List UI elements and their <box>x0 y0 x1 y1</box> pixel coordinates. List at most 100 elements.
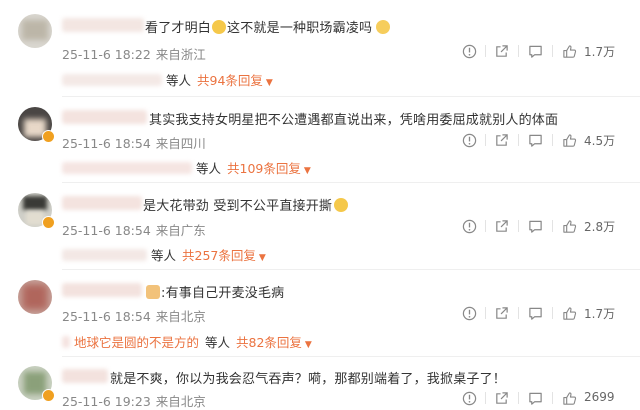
comment-divider <box>62 356 640 357</box>
like-button[interactable] <box>562 131 577 149</box>
username-blurred[interactable] <box>62 283 142 297</box>
like-icon <box>563 391 577 405</box>
username-blurred[interactable] <box>62 110 147 124</box>
like-count: 4.5万 <box>584 134 616 148</box>
like-count: 1.7万 <box>584 307 616 321</box>
reply-user-blurred <box>62 74 162 86</box>
divider <box>518 134 519 146</box>
comment-button[interactable] <box>528 42 543 60</box>
comment-actions: 1.7万 <box>462 42 632 60</box>
like-icon <box>563 306 577 320</box>
share-icon <box>496 44 508 57</box>
divider <box>518 220 519 232</box>
comment-text: 其实我支持女明星把不公遭遇都直说出来，凭啥用委屈成就别人的体面 <box>149 113 559 128</box>
reply-summary[interactable]: 等人 共109条回复 ▼ <box>62 158 311 177</box>
comment-actions: 2.8万 <box>462 217 632 235</box>
comment-actions: 1.7万 <box>462 304 632 322</box>
comment-text: 是大花带劲 受到不公平直接开撕 <box>143 195 349 214</box>
emoji-icon <box>376 20 391 34</box>
share-button[interactable] <box>494 42 509 60</box>
comment-divider <box>62 182 640 183</box>
comment-meta: 25-11-6 18:54 来自四川 <box>62 133 206 152</box>
like-button[interactable] <box>562 217 577 235</box>
comment-text: :有事自己开麦没毛病 <box>145 282 284 301</box>
comment-location: 来自北京 <box>155 394 206 409</box>
comment-button[interactable] <box>528 217 543 235</box>
comment-button[interactable] <box>528 131 543 149</box>
divider <box>518 307 519 319</box>
reply-count: 共109条回复 <box>227 161 301 176</box>
divider <box>518 45 519 57</box>
caret-down-icon: ▼ <box>304 340 312 350</box>
info-button[interactable] <box>462 389 477 407</box>
comment-location: 来自北京 <box>155 309 206 324</box>
comment-text: 看了才明白 这不就是一种职场霸凌吗 <box>145 17 391 36</box>
comment-location: 来自广东 <box>155 223 206 238</box>
reply-count: 共257条回复 <box>182 248 256 263</box>
emoji-icon <box>146 285 160 299</box>
share-button[interactable] <box>494 304 509 322</box>
comment-meta: 25-11-6 19:23 来自北京 <box>62 391 206 410</box>
comment-divider <box>62 96 640 97</box>
comment-location: 来自浙江 <box>155 47 206 62</box>
share-icon <box>496 219 508 232</box>
comment-date: 25-11-6 18:54 <box>62 223 151 238</box>
comment-button[interactable] <box>528 304 543 322</box>
username-blurred[interactable] <box>62 18 144 32</box>
comment-location: 来自四川 <box>155 136 206 151</box>
reply-username: 地球它是圆的不是方的 <box>73 335 199 350</box>
info-button[interactable] <box>462 217 477 235</box>
reply-summary[interactable]: 等人 共94条回复 ▼ <box>62 70 273 89</box>
comment-meta: 25-11-6 18:22 来自浙江 <box>62 44 206 63</box>
comment-meta: 25-11-6 18:54 来自北京 <box>62 306 206 325</box>
comment-icon <box>529 220 542 233</box>
like-icon <box>563 133 577 147</box>
divider <box>485 220 486 232</box>
comment-date: 25-11-6 18:22 <box>62 47 151 62</box>
avatar[interactable] <box>18 14 52 48</box>
info-button[interactable] <box>462 131 477 149</box>
caret-down-icon: ▼ <box>303 166 311 176</box>
comment-date: 25-11-6 19:23 <box>62 394 151 409</box>
share-button[interactable] <box>494 389 509 407</box>
reply-user-blurred <box>62 162 192 174</box>
caret-down-icon: ▼ <box>265 78 273 88</box>
comment-icon <box>529 307 542 320</box>
divider <box>485 45 486 57</box>
reply-summary[interactable]: 等人 共257条回复 ▼ <box>62 245 266 264</box>
avatar-badge-icon <box>42 216 55 229</box>
comment-text: 就是不爽，你以为我会忍气吞声？嗬，那都别端着了，我掀桌子了！ <box>110 372 507 387</box>
info-button[interactable] <box>462 304 477 322</box>
reply-summary[interactable]: 地球它是圆的不是方的 等人 共82条回复 ▼ <box>62 332 312 351</box>
reply-count: 共94条回复 <box>197 73 263 88</box>
divider <box>552 392 553 404</box>
reply-count: 共82条回复 <box>236 335 302 350</box>
username-blurred[interactable] <box>62 196 142 210</box>
divider <box>552 134 553 146</box>
comment-button[interactable] <box>528 389 543 407</box>
share-button[interactable] <box>494 131 509 149</box>
like-icon <box>563 219 577 233</box>
comment-divider <box>62 269 640 270</box>
like-button[interactable] <box>562 304 577 322</box>
share-icon <box>496 133 508 146</box>
info-icon <box>462 133 477 147</box>
comment-actions: 4.5万 <box>462 131 632 149</box>
divider <box>485 392 486 404</box>
like-button[interactable] <box>562 389 577 407</box>
share-button[interactable] <box>494 217 509 235</box>
divider <box>518 392 519 404</box>
comment-meta: 25-11-6 18:54 来自广东 <box>62 220 206 239</box>
avatar[interactable] <box>18 280 52 314</box>
comment-icon <box>529 392 542 405</box>
caret-down-icon: ▼ <box>258 253 266 263</box>
info-button[interactable] <box>462 42 477 60</box>
emoji-icon <box>334 198 349 212</box>
share-icon <box>496 306 508 319</box>
info-icon <box>462 306 477 320</box>
info-icon <box>462 219 477 233</box>
username-blurred[interactable] <box>62 369 108 383</box>
comment-icon <box>529 45 542 58</box>
like-count: 2699 <box>584 390 615 404</box>
like-button[interactable] <box>562 42 577 60</box>
